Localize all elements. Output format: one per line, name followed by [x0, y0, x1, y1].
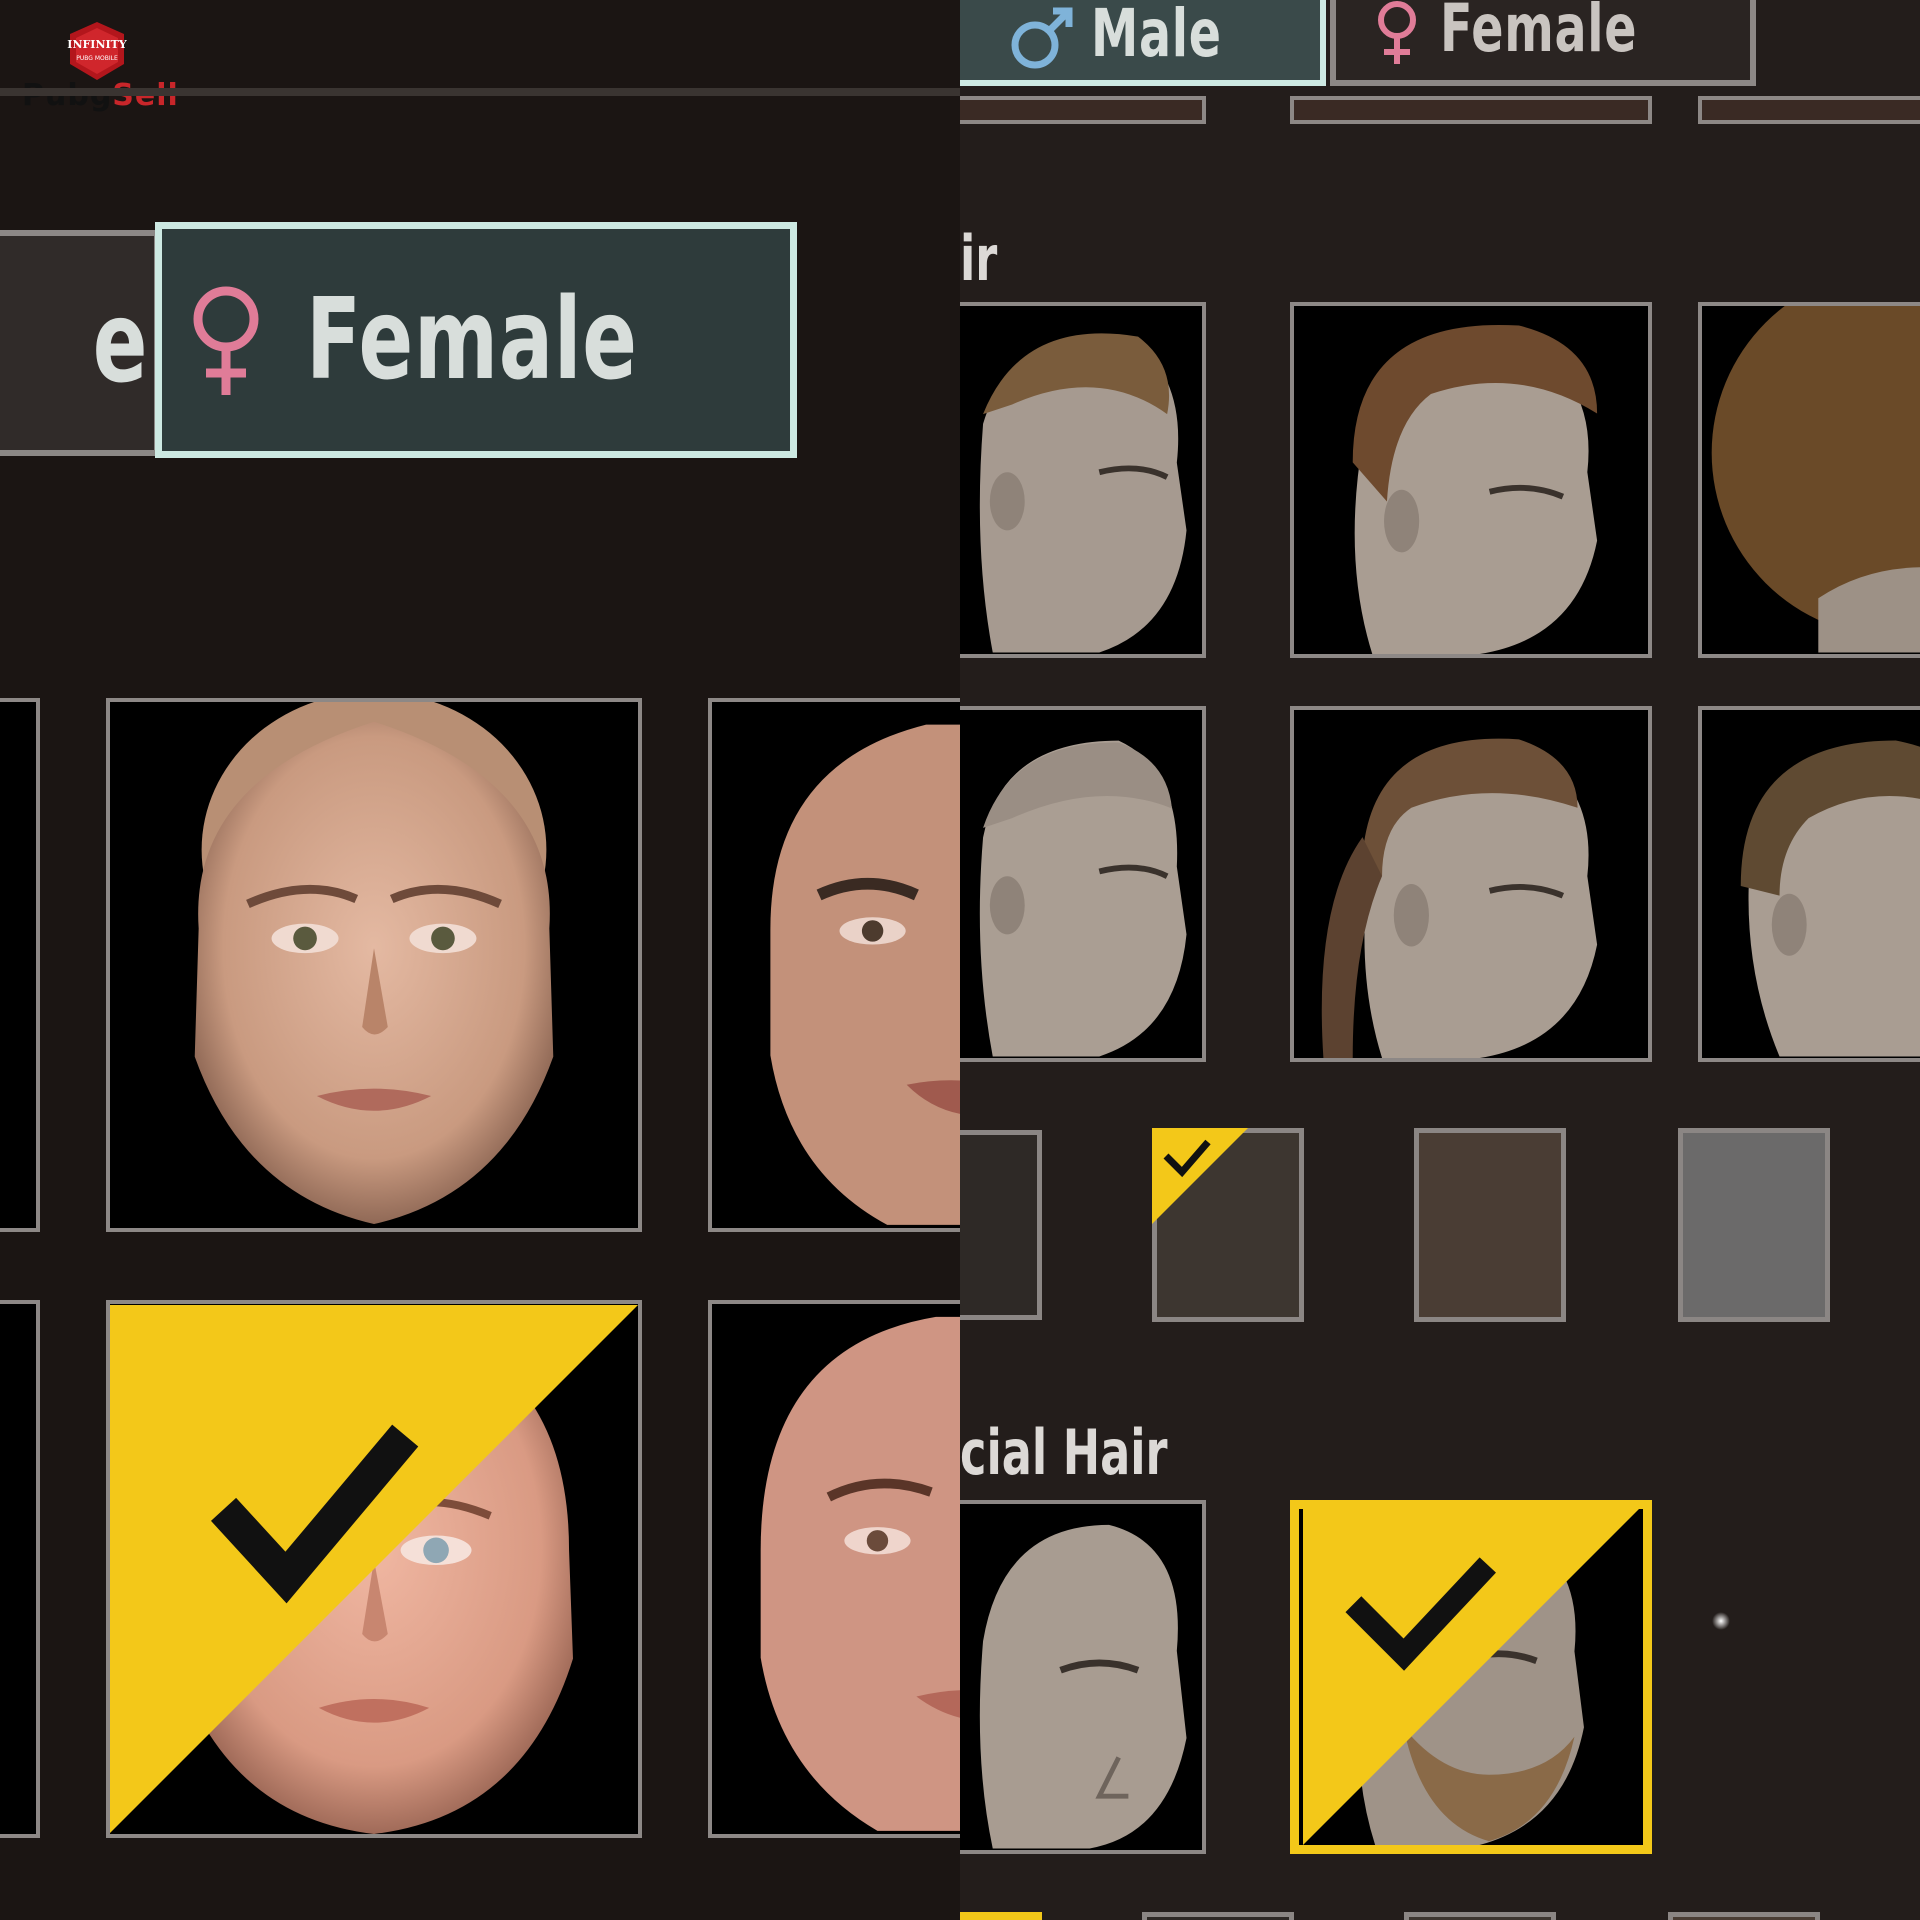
selected-check-icon [1152, 1128, 1248, 1224]
face-thumbnail[interactable] [1290, 96, 1652, 124]
tab-female-label: Female [1440, 0, 1638, 67]
male-head-short-curls [1740, 740, 1920, 1057]
hairstyle-thumbnail[interactable] [960, 706, 1206, 1062]
face-thumbnail-selected[interactable] [106, 1300, 642, 1838]
female-face-portrait [770, 724, 960, 1225]
hairstyle-thumbnail[interactable] [1290, 302, 1652, 658]
male-head-side-sweep [1352, 324, 1598, 654]
female-symbol-icon [1378, 1, 1417, 64]
tab-female-label: Female [305, 275, 638, 405]
male-head-no-beard [979, 1524, 1187, 1849]
svg-text:INFINITY: INFINITY [67, 38, 127, 51]
watermark-logo: INFINITY PUBG MOBILE PubgSell [22, 20, 178, 120]
svg-text:PUBG MOBILE: PUBG MOBILE [76, 55, 118, 62]
beard-color-swatch[interactable] [960, 1912, 1042, 1920]
hairstyle-thumbnail[interactable] [1290, 706, 1652, 1062]
tab-male-label: Male [1091, 0, 1222, 72]
hair-color-swatch[interactable] [1414, 1128, 1566, 1322]
facial-hair-section-title: cial Hair [960, 1416, 1168, 1489]
female-face-portrait [760, 1316, 960, 1831]
male-head-ponytail [1321, 738, 1598, 1058]
tab-female[interactable]: Female [155, 222, 797, 458]
tab-male[interactable]: Male [960, 0, 1326, 86]
male-head-afro [1711, 306, 1920, 653]
beard-color-swatch[interactable] [1668, 1912, 1820, 1920]
male-customization-panel: Male Female ir cial Hair [960, 0, 1920, 1920]
tab-male[interactable]: e [0, 230, 160, 456]
beard-color-swatch[interactable] [1404, 1912, 1556, 1920]
top-divider [0, 88, 960, 96]
hair-color-swatch-selected[interactable] [1152, 1128, 1304, 1322]
hair-color-swatch[interactable] [1678, 1128, 1830, 1322]
face-thumbnail[interactable] [708, 1300, 960, 1838]
male-head-undercut [979, 333, 1187, 653]
hairstyle-thumbnail[interactable] [1698, 302, 1920, 658]
female-face-portrait [194, 702, 554, 1225]
hairstyle-thumbnail[interactable] [1698, 706, 1920, 1062]
hairstyle-thumbnail[interactable] [960, 302, 1206, 658]
facial-hair-thumbnail[interactable] [960, 1500, 1206, 1854]
beard-color-swatch[interactable] [1142, 1912, 1294, 1920]
face-thumbnail[interactable] [708, 698, 960, 1232]
face-thumbnail[interactable] [0, 698, 40, 1232]
face-thumbnail[interactable] [106, 698, 642, 1232]
selected-check-icon [1303, 1509, 1639, 1845]
sparkle-glint [1712, 1612, 1730, 1630]
hair-section-title: ir [960, 222, 998, 295]
male-head-buzz [979, 740, 1187, 1057]
female-symbol-icon [193, 286, 259, 395]
tab-male-label: e [92, 278, 148, 408]
female-face-panel: INFINITY PUBG MOBILE PubgSell e Female [0, 0, 960, 1920]
selected-check-icon [110, 1305, 638, 1833]
face-thumbnail[interactable] [1698, 96, 1920, 124]
face-thumbnail[interactable] [0, 1300, 40, 1838]
hair-color-swatch[interactable] [960, 1130, 1042, 1320]
facial-hair-thumbnail-selected[interactable] [1290, 1500, 1652, 1854]
face-thumbnail[interactable] [960, 96, 1206, 124]
infinity-badge-icon: INFINITY PUBG MOBILE [67, 22, 127, 80]
male-symbol-icon [1011, 7, 1073, 69]
tab-female[interactable]: Female [1330, 0, 1756, 86]
